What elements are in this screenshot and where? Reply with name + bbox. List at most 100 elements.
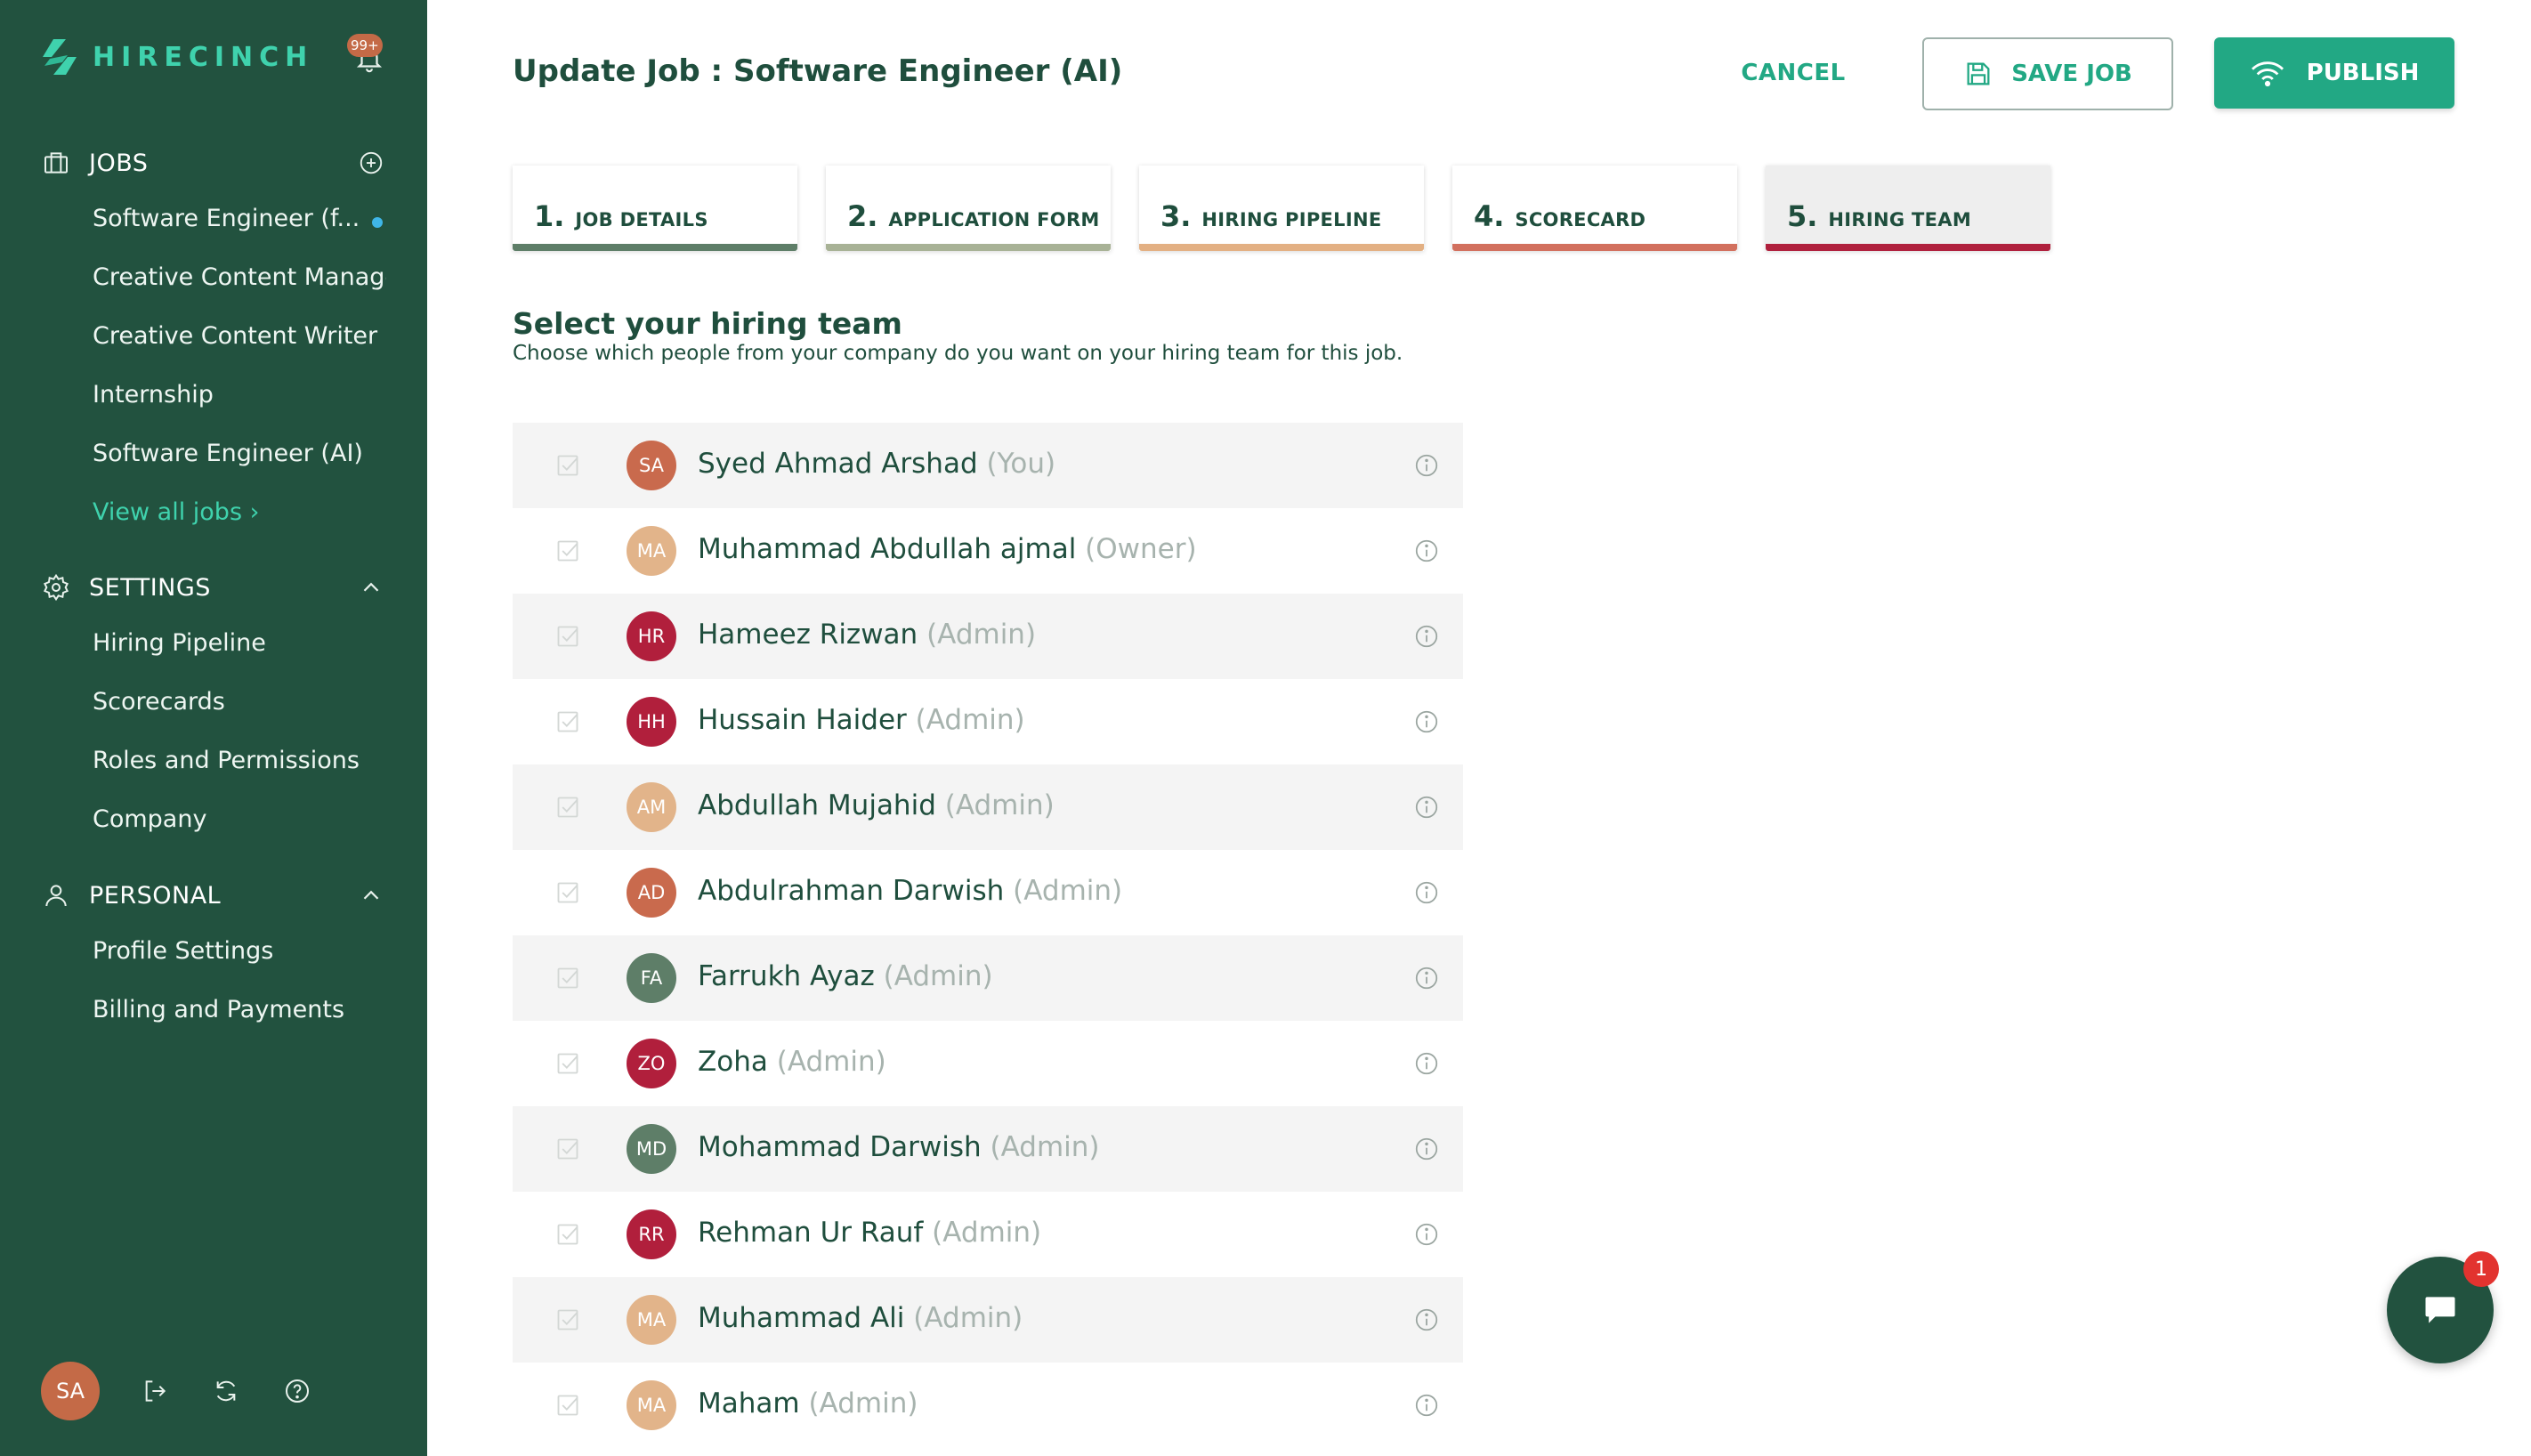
member-role: (Admin): [932, 1217, 1042, 1249]
info-icon[interactable]: [1413, 1050, 1440, 1077]
member-name-line: Farrukh Ayaz (Admin): [698, 960, 993, 992]
checkbox-checked-icon[interactable]: [555, 880, 580, 905]
user-avatar[interactable]: SA: [41, 1362, 100, 1420]
member-avatar: MA: [627, 1380, 676, 1430]
info-icon[interactable]: [1413, 1306, 1440, 1333]
unread-dot: [372, 217, 383, 228]
team-member-row[interactable]: FA Farrukh Ayaz (Admin): [513, 935, 1463, 1021]
team-member-row[interactable]: ZO Zoha (Admin): [513, 1021, 1463, 1106]
hiring-team-list: SA Syed Ahmad Arshad (You) MA Muhammad Abdu…: [513, 423, 1463, 1448]
member-avatar: AM: [627, 782, 676, 832]
notifications-button[interactable]: 99+: [347, 34, 386, 75]
checkbox-checked-icon[interactable]: [555, 1393, 580, 1418]
step-application-form[interactable]: 2. APPLICATION FORM: [826, 166, 1111, 251]
sidebar-item-roles[interactable]: Roles and Permissions: [93, 747, 386, 774]
member-name: Abdullah Mujahid: [698, 789, 936, 821]
sidebar-item-scorecards[interactable]: Scorecards: [93, 688, 386, 716]
step-scorecard[interactable]: 4. SCORECARD: [1452, 166, 1737, 251]
sidebar-item-company[interactable]: Company: [93, 805, 386, 833]
info-icon[interactable]: [1413, 879, 1440, 906]
checkbox-checked-icon[interactable]: [555, 624, 580, 649]
sidebar-item-profile-settings[interactable]: Profile Settings: [93, 937, 386, 965]
info-icon[interactable]: [1413, 965, 1440, 991]
member-role: (Admin): [915, 704, 1025, 736]
info-icon[interactable]: [1413, 538, 1440, 564]
checkbox-checked-icon[interactable]: [555, 538, 580, 563]
team-member-row[interactable]: HH Hussain Haider (Admin): [513, 679, 1463, 764]
info-icon[interactable]: [1413, 623, 1440, 650]
info-icon[interactable]: [1413, 708, 1440, 735]
checkbox-checked-icon[interactable]: [555, 709, 580, 734]
member-name: Hussain Haider: [698, 704, 907, 736]
team-member-row[interactable]: RR Rehman Ur Rauf (Admin): [513, 1192, 1463, 1277]
team-member-row[interactable]: SA Syed Ahmad Arshad (You): [513, 423, 1463, 508]
step-progress-bar: [826, 244, 1111, 251]
step-progress-bar: [1766, 244, 2050, 251]
save-job-button[interactable]: SAVE JOB: [1922, 37, 2173, 110]
add-job-icon[interactable]: [356, 148, 386, 178]
step-hiring-pipeline[interactable]: 3. HIRING PIPELINE: [1139, 166, 1424, 251]
sidebar-item-label: Software Engineer (f...: [93, 205, 360, 232]
info-icon[interactable]: [1413, 452, 1440, 479]
publish-label: PUBLISH: [2306, 60, 2420, 86]
chevron-up-icon[interactable]: [356, 572, 386, 603]
app-name: HIRECINCH: [93, 41, 314, 73]
team-member-row[interactable]: MD Mohammad Darwish (Admin): [513, 1106, 1463, 1192]
team-member-row[interactable]: MA Muhammad Abdullah ajmal (Owner): [513, 508, 1463, 594]
step-job-details[interactable]: 1. JOB DETAILS: [513, 166, 797, 251]
sidebar-job-item[interactable]: Software Engineer (f...: [93, 205, 386, 232]
section-title: Select your hiring team: [513, 306, 902, 341]
checkbox-checked-icon[interactable]: [555, 1307, 580, 1332]
help-icon[interactable]: [281, 1375, 313, 1407]
sidebar-section-personal[interactable]: PERSONAL: [41, 880, 386, 910]
team-member-row[interactable]: AD Abdulrahman Darwish (Admin): [513, 850, 1463, 935]
checkbox-checked-icon[interactable]: [555, 1222, 580, 1247]
logout-icon[interactable]: [139, 1375, 171, 1407]
info-icon[interactable]: [1413, 1136, 1440, 1162]
team-member-row[interactable]: AM Abdullah Mujahid (Admin): [513, 764, 1463, 850]
team-member-row[interactable]: MA Maham (Admin): [513, 1363, 1463, 1448]
checkbox-checked-icon[interactable]: [555, 1051, 580, 1076]
team-member-row[interactable]: HR Hameez Rizwan (Admin): [513, 594, 1463, 679]
member-role: (Admin): [776, 1046, 886, 1078]
member-avatar: MA: [627, 526, 676, 576]
member-name-line: Maham (Admin): [698, 1387, 918, 1420]
refresh-icon[interactable]: [210, 1375, 242, 1407]
checkbox-checked-icon[interactable]: [555, 1136, 580, 1161]
team-member-row[interactable]: MA Muhammad Ali (Admin): [513, 1277, 1463, 1363]
sidebar-job-item[interactable]: Creative Content Manager: [93, 263, 386, 291]
step-label: SCORECARD: [1515, 209, 1646, 231]
info-icon[interactable]: [1413, 1221, 1440, 1248]
chevron-up-icon[interactable]: [356, 880, 386, 910]
member-name-line: Hameez Rizwan (Admin): [698, 619, 1036, 651]
sidebar-job-item[interactable]: Software Engineer (AI): [93, 440, 386, 467]
info-icon[interactable]: [1413, 1392, 1440, 1419]
sidebar-item-billing[interactable]: Billing and Payments: [93, 996, 386, 1023]
cancel-button[interactable]: CANCEL: [1726, 37, 1860, 109]
step-number: 1.: [534, 199, 565, 233]
sidebar-section-settings[interactable]: SETTINGS: [41, 572, 386, 603]
view-all-jobs-link[interactable]: View all jobs ›: [93, 498, 386, 526]
member-avatar: RR: [627, 1209, 676, 1259]
checkbox-checked-icon[interactable]: [555, 453, 580, 478]
step-number: 3.: [1160, 199, 1192, 233]
step-hiring-team[interactable]: 5. HIRING TEAM: [1766, 166, 2050, 251]
sidebar-job-item[interactable]: Internship: [93, 381, 386, 408]
chat-icon: [2425, 1297, 2455, 1323]
checkbox-checked-icon[interactable]: [555, 795, 580, 820]
sidebar-job-item[interactable]: Creative Content Writer: [93, 322, 386, 350]
member-avatar: MD: [627, 1124, 676, 1174]
publish-button[interactable]: PUBLISH: [2214, 37, 2454, 109]
info-icon[interactable]: [1413, 794, 1440, 821]
sidebar-footer: SA: [41, 1362, 313, 1420]
briefcase-icon: [41, 148, 71, 178]
sidebar-section-jobs[interactable]: JOBS: [41, 148, 386, 178]
step-number: 5.: [1787, 199, 1818, 233]
checkbox-checked-icon[interactable]: [555, 966, 580, 991]
app-logo[interactable]: HIRECINCH: [41, 37, 313, 77]
member-name-line: Zoha (Admin): [698, 1046, 886, 1078]
sidebar-item-hiring-pipeline[interactable]: Hiring Pipeline: [93, 629, 386, 657]
member-name-line: Abdulrahman Darwish (Admin): [698, 875, 1122, 907]
member-name: Syed Ahmad Arshad: [698, 448, 978, 480]
member-name-line: Abdullah Mujahid (Admin): [698, 789, 1055, 821]
